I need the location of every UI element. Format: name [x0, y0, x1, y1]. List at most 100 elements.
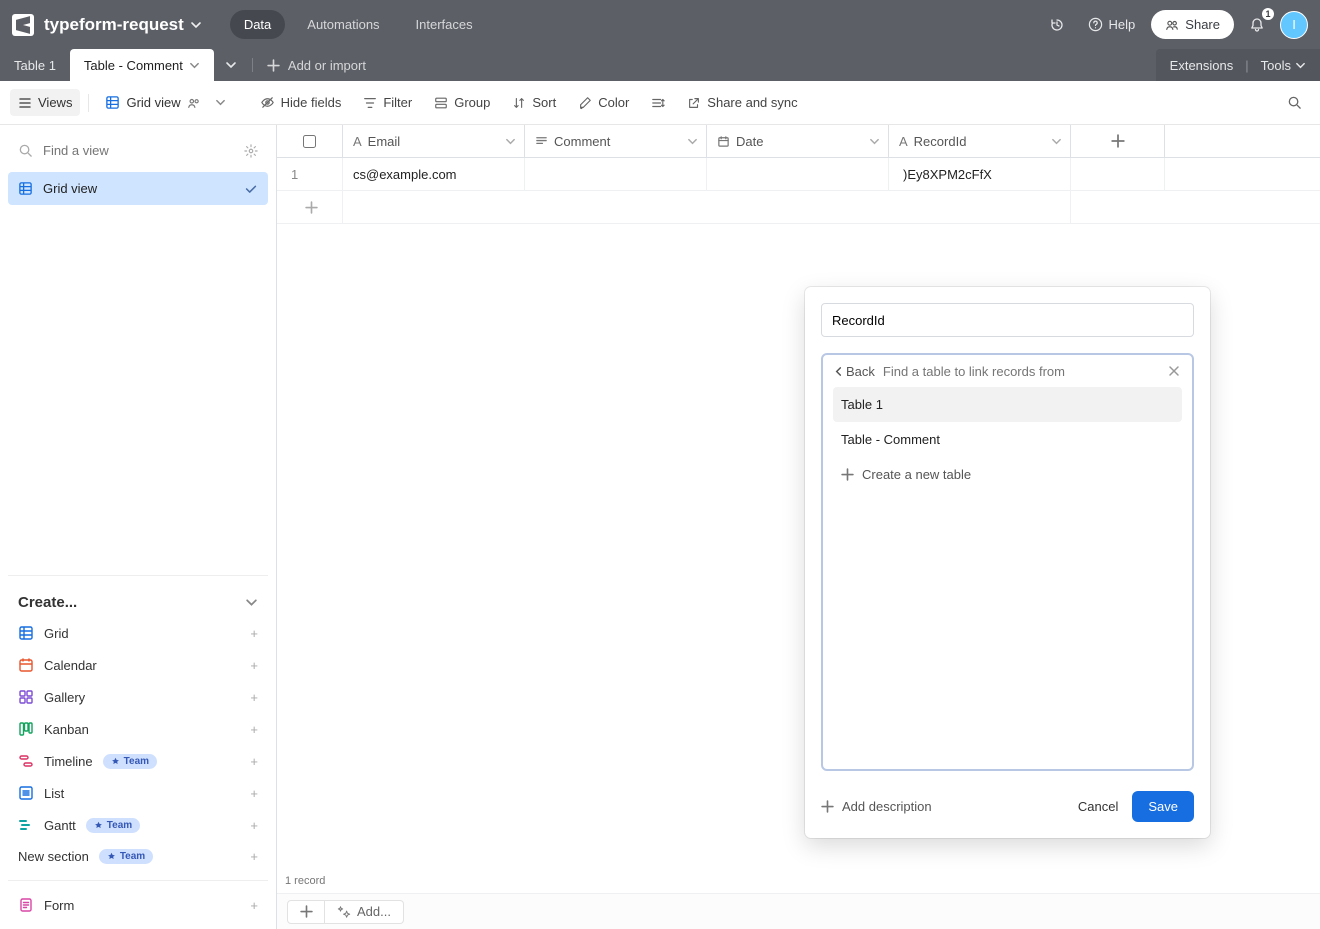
add-or-import-button[interactable]: Add or import [257, 49, 376, 81]
app-logo[interactable] [12, 14, 34, 36]
help-icon [1088, 17, 1103, 32]
footer-add-record-button[interactable] [287, 900, 325, 924]
sort-button[interactable]: Sort [504, 89, 564, 116]
cancel-button[interactable]: Cancel [1064, 791, 1132, 822]
create-item-label: Calendar [44, 658, 97, 673]
column-header-comment[interactable]: Comment [525, 125, 707, 157]
extensions-button[interactable]: Extensions [1170, 58, 1234, 73]
chevron-down-icon [245, 596, 258, 609]
add-row-plus[interactable] [277, 191, 343, 223]
kanban-icon [18, 721, 34, 737]
people-icon [187, 96, 201, 110]
team-badge: Team [86, 818, 140, 833]
people-icon [1165, 18, 1179, 32]
tab-interfaces[interactable]: Interfaces [402, 10, 487, 39]
table-tab-table1[interactable]: Table 1 [0, 49, 70, 81]
team-badge: Team [99, 849, 153, 864]
row-number[interactable]: 1 [277, 158, 343, 190]
share-sync-label: Share and sync [707, 95, 797, 110]
base-name[interactable]: typeform-request [44, 15, 184, 35]
text-field-icon: A [353, 134, 362, 149]
select-all-checkbox[interactable] [277, 125, 343, 157]
view-switcher[interactable]: Grid view [97, 89, 208, 116]
tables-dropdown-caret[interactable] [214, 49, 248, 81]
tab-automations[interactable]: Automations [293, 10, 393, 39]
create-new-table-option[interactable]: Create a new table [833, 457, 1182, 492]
plus-icon: + [250, 898, 258, 913]
create-form[interactable]: Form + [8, 889, 268, 921]
list-icon [18, 785, 34, 801]
footer-add-menu-button[interactable]: Add... [325, 900, 404, 924]
search-records-button[interactable] [1279, 89, 1310, 116]
create-item-label: Gantt [44, 818, 76, 833]
create-list[interactable]: List + [8, 777, 268, 809]
table-row[interactable]: 1 cs@example.com )Ey8XPM2cFfX [277, 158, 1320, 191]
plus-icon: + [250, 658, 258, 673]
link-table-picker: Back Table 1 Table - Comment Create a ne… [821, 353, 1194, 771]
chevron-down-icon[interactable] [869, 136, 880, 147]
back-button[interactable]: Back [833, 364, 875, 379]
notifications-button[interactable]: 1 [1242, 10, 1272, 40]
tab-data[interactable]: Data [230, 10, 285, 39]
divider [88, 94, 89, 112]
create-gantt[interactable]: Gantt Team + [8, 809, 268, 841]
create-grid[interactable]: Grid + [8, 617, 268, 649]
share-sync-button[interactable]: Share and sync [679, 89, 805, 116]
view-item-grid-view[interactable]: Grid view [8, 172, 268, 205]
avatar[interactable]: I [1280, 11, 1308, 39]
sort-icon [512, 96, 526, 110]
group-icon [434, 96, 448, 110]
filter-icon [363, 96, 377, 110]
search-icon [1287, 95, 1302, 110]
chevron-down-icon[interactable] [505, 136, 516, 147]
filter-button[interactable]: Filter [355, 89, 420, 116]
cell-comment[interactable] [525, 158, 707, 190]
chevron-down-icon[interactable] [687, 136, 698, 147]
cell-date[interactable] [707, 158, 889, 190]
help-button[interactable]: Help [1080, 11, 1144, 38]
link-option-table-comment[interactable]: Table - Comment [833, 422, 1182, 457]
close-icon [1168, 365, 1180, 377]
create-calendar[interactable]: Calendar + [8, 649, 268, 681]
chevron-down-icon[interactable] [1051, 136, 1062, 147]
add-row-cell[interactable] [343, 191, 1071, 223]
cell-email[interactable]: cs@example.com [343, 158, 525, 190]
add-row[interactable] [277, 191, 1320, 224]
add-column-button[interactable] [1071, 125, 1165, 157]
save-button[interactable]: Save [1132, 791, 1194, 822]
create-new-table-label: Create a new table [862, 467, 971, 482]
table-tab-chevron-icon[interactable] [189, 60, 200, 71]
history-icon[interactable] [1042, 10, 1072, 40]
view-switcher-chevron-icon[interactable] [215, 97, 226, 108]
column-label: Date [736, 134, 763, 149]
column-header-email[interactable]: A Email [343, 125, 525, 157]
link-option-table1[interactable]: Table 1 [833, 387, 1182, 422]
create-kanban[interactable]: Kanban + [8, 713, 268, 745]
base-name-chevron-icon[interactable] [190, 19, 202, 31]
field-name-input[interactable] [821, 303, 1194, 337]
text-field-icon: A [899, 134, 908, 149]
column-header-date[interactable]: Date [707, 125, 889, 157]
row-height-button[interactable] [643, 90, 673, 116]
share-button[interactable]: Share [1151, 10, 1234, 39]
column-header-recordid[interactable]: A RecordId [889, 125, 1071, 157]
views-toggle[interactable]: Views [10, 89, 80, 116]
tools-button[interactable]: Tools [1261, 58, 1306, 73]
cell-recordid[interactable]: )Ey8XPM2cFfX [889, 158, 1071, 190]
create-gallery[interactable]: Gallery + [8, 681, 268, 713]
tools-label: Tools [1261, 58, 1291, 73]
link-table-search-input[interactable] [883, 364, 1158, 379]
clear-search-button[interactable] [1166, 363, 1182, 379]
create-timeline[interactable]: Timeline Team + [8, 745, 268, 777]
table-tab-table-comment[interactable]: Table - Comment [70, 49, 214, 81]
view-search-input[interactable] [43, 143, 234, 158]
group-button[interactable]: Group [426, 89, 498, 116]
gear-icon[interactable] [244, 144, 258, 158]
create-new-section[interactable]: New section Team + [8, 841, 268, 872]
add-description-button[interactable]: Add description [821, 799, 932, 814]
create-section-toggle[interactable]: Create... [8, 584, 268, 617]
view-search[interactable] [8, 133, 268, 172]
create-item-label: New section [18, 849, 89, 864]
hide-fields-button[interactable]: Hide fields [252, 89, 350, 116]
color-button[interactable]: Color [570, 89, 637, 116]
